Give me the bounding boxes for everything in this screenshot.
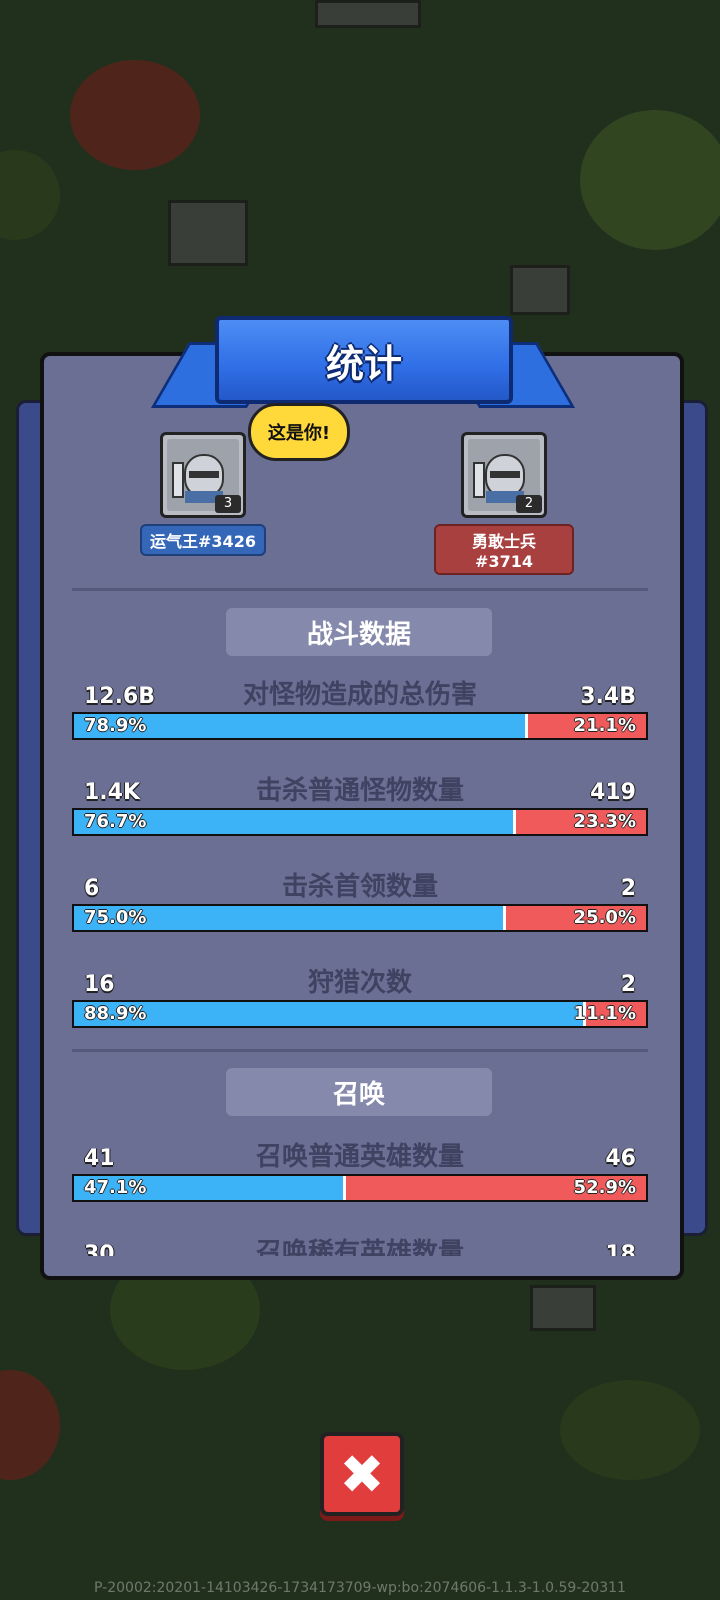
stat-right-value: 3.4B [580, 684, 636, 709]
level-badge: 3 [215, 495, 241, 513]
player-name-right: 勇敢士兵#3714 [434, 524, 574, 575]
clipped-stat-area: 召唤稀有英雄数量 30 18 [44, 1232, 672, 1256]
stat-right-value: 2 [620, 972, 636, 997]
divider [72, 1049, 648, 1052]
stat-left-value: 30 [84, 1242, 115, 1256]
stat-right-percent: 11.1% [573, 1003, 636, 1024]
page-title: 统计 [215, 316, 513, 404]
comparison-bar: 47.1% 52.9% [72, 1174, 648, 1202]
stat-left-percent: 88.9% [84, 1003, 147, 1024]
stat-left-value: 6 [84, 876, 100, 901]
divider [72, 588, 648, 591]
stat-right-value: 18 [605, 1242, 636, 1256]
you-speech-bubble: 这是你! [248, 403, 350, 461]
close-icon: ✖ [339, 1442, 385, 1506]
stat-label: 狩猎次数 [307, 968, 412, 998]
stat-left-percent: 47.1% [84, 1177, 147, 1198]
player-left: 3 运气王#3426 [133, 432, 273, 556]
section-heading-summon: 召唤 [226, 1068, 492, 1116]
stat-right-value: 419 [590, 780, 636, 805]
player-name-left: 运气王#3426 [140, 524, 266, 556]
stat-right-value: 2 [620, 876, 636, 901]
stat-right-percent: 23.3% [573, 811, 636, 832]
stat-right-value: 46 [605, 1146, 636, 1171]
player-right: 2 勇敢士兵#3714 [434, 432, 574, 575]
bar-fill-left [74, 1002, 586, 1026]
comparison-bar: 75.0% 25.0% [72, 904, 648, 932]
comparison-bar: 76.7% 23.3% [72, 808, 648, 836]
section-heading-combat: 战斗数据 [226, 608, 492, 656]
stat-label: 击杀普通怪物数量 [255, 776, 464, 806]
stat-label: 对怪物造成的总伤害 [242, 680, 477, 710]
stat-right-percent: 25.0% [573, 907, 636, 928]
stat-left-value: 41 [84, 1146, 115, 1171]
comparison-bar: 78.9% 21.1% [72, 712, 648, 740]
knight-avatar-icon[interactable]: 3 [160, 432, 246, 518]
stat-label: 召唤稀有英雄数量 [255, 1238, 464, 1256]
stat-right-percent: 21.1% [573, 715, 636, 736]
close-button[interactable]: ✖ [320, 1432, 404, 1516]
stat-right-percent: 52.9% [573, 1177, 636, 1198]
stat-label: 击杀首领数量 [281, 872, 438, 902]
stat-label: 召唤普通英雄数量 [255, 1142, 464, 1172]
stat-left-value: 16 [84, 972, 115, 997]
stat-left-percent: 76.7% [84, 811, 147, 832]
comparison-bar: 88.9% 11.1% [72, 1000, 648, 1028]
stat-left-value: 1.4K [84, 780, 141, 805]
stat-left-value: 12.6B [84, 684, 156, 709]
stat-left-percent: 75.0% [84, 907, 147, 928]
stat-left-percent: 78.9% [84, 715, 147, 736]
build-info: P-20002:20201-14103426-1734173709-wp:bo:… [94, 1580, 626, 1596]
level-badge: 2 [516, 495, 542, 513]
knight-avatar-icon[interactable]: 2 [461, 432, 547, 518]
